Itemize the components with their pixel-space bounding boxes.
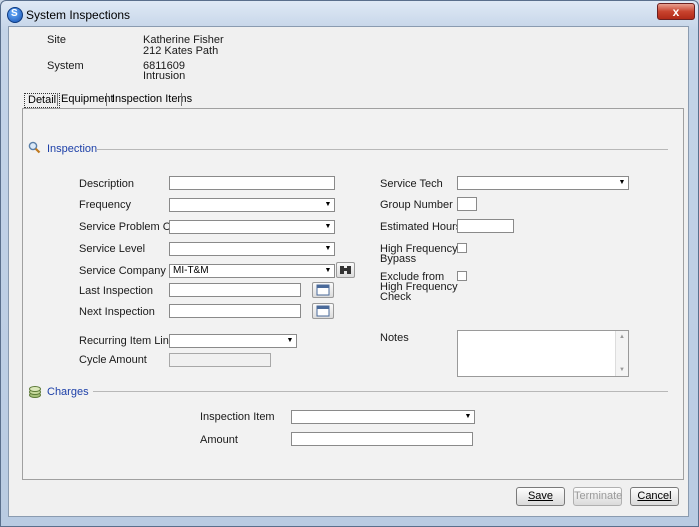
service-company-label: Service Company [79,265,166,277]
calendar-icon [316,284,330,296]
site-label: Site [47,34,66,46]
last-inspection-input[interactable] [169,283,301,297]
next-inspection-label: Next Inspection [79,306,155,318]
description-input[interactable] [169,176,335,190]
chevron-down-icon: ▼ [464,413,472,420]
chevron-up-icon: ▲ [619,334,625,340]
tab-separator [181,93,182,106]
exclude-high-frequency-checkbox[interactable] [457,271,467,281]
inspection-section-title: Inspection [47,143,98,155]
recurring-item-link-select[interactable]: ▼ [169,334,297,348]
close-button[interactable]: x [657,3,695,20]
recurring-item-link-label: Recurring Item Link [79,335,175,347]
last-inspection-label: Last Inspection [79,285,153,297]
app-icon: S [7,7,23,23]
charges-divider [93,391,668,392]
cycle-amount-label: Cycle Amount [79,354,147,366]
calendar-icon [316,305,330,317]
service-level-label: Service Level [79,243,146,255]
chevron-down-icon: ▼ [324,223,332,230]
charges-section-title: Charges [47,386,89,398]
system-label: System [47,60,84,72]
next-inspection-input[interactable] [169,304,301,318]
service-level-select[interactable]: ▼ [169,242,335,256]
chevron-down-icon: ▼ [619,367,625,373]
service-company-lookup-button[interactable] [336,262,355,278]
save-button[interactable]: Save [516,487,565,506]
tab-detail[interactable]: Detail [24,93,61,108]
inspection-item-select[interactable]: ▼ [291,410,475,424]
inspection-item-label: Inspection Item [200,411,275,423]
service-problem-code-select[interactable]: ▼ [169,220,335,234]
cancel-button[interactable]: Cancel [630,487,679,506]
cycle-amount-input [169,353,271,367]
frequency-select[interactable]: ▼ [169,198,335,212]
notes-label: Notes [380,332,409,344]
window-title: System Inspections [26,8,131,22]
notes-scrollbar[interactable]: ▲ ▼ [615,331,628,376]
group-number-input[interactable] [457,197,477,211]
service-company-select[interactable]: MI-T&M ▼ [169,264,335,278]
next-inspection-calendar-button[interactable] [312,303,334,319]
chevron-down-icon: ▼ [324,245,332,252]
tab-inspection-items[interactable]: Inspection Items [109,92,195,107]
group-number-label: Group Number [380,199,453,211]
coins-icon [29,386,41,398]
terminate-button[interactable]: Terminate [573,487,622,506]
service-tech-select[interactable]: ▼ [457,176,629,190]
service-tech-label: Service Tech [380,178,443,190]
title-bar[interactable]: S System Inspections x [1,1,698,27]
frequency-label: Frequency [79,199,131,211]
chevron-down-icon: ▼ [286,337,294,344]
high-frequency-bypass-label-line2: Bypass [380,253,417,265]
system-type: Intrusion [143,70,186,82]
estimated-hours-input[interactable] [457,219,514,233]
inspection-divider [96,149,668,150]
site-address: 212 Kates Path [143,45,219,57]
chevron-down-icon: ▼ [324,267,332,274]
notes-textarea[interactable]: ▲ ▼ [457,330,629,377]
binoculars-icon [340,266,351,274]
amount-label: Amount [200,434,238,446]
tab-equipment[interactable]: Equipment [58,92,117,107]
description-label: Description [79,178,135,190]
chevron-down-icon: ▼ [618,179,626,186]
high-frequency-bypass-checkbox[interactable] [457,243,467,253]
amount-input[interactable] [291,432,473,446]
estimated-hours-label: Estimated Hours [380,221,462,233]
tab-separator [106,93,107,106]
chevron-down-icon: ▼ [324,201,332,208]
exclude-label-line3: Check [380,291,412,303]
last-inspection-calendar-button[interactable] [312,282,334,298]
magnifier-icon [28,141,41,154]
service-company-value: MI-T&M [173,265,209,276]
